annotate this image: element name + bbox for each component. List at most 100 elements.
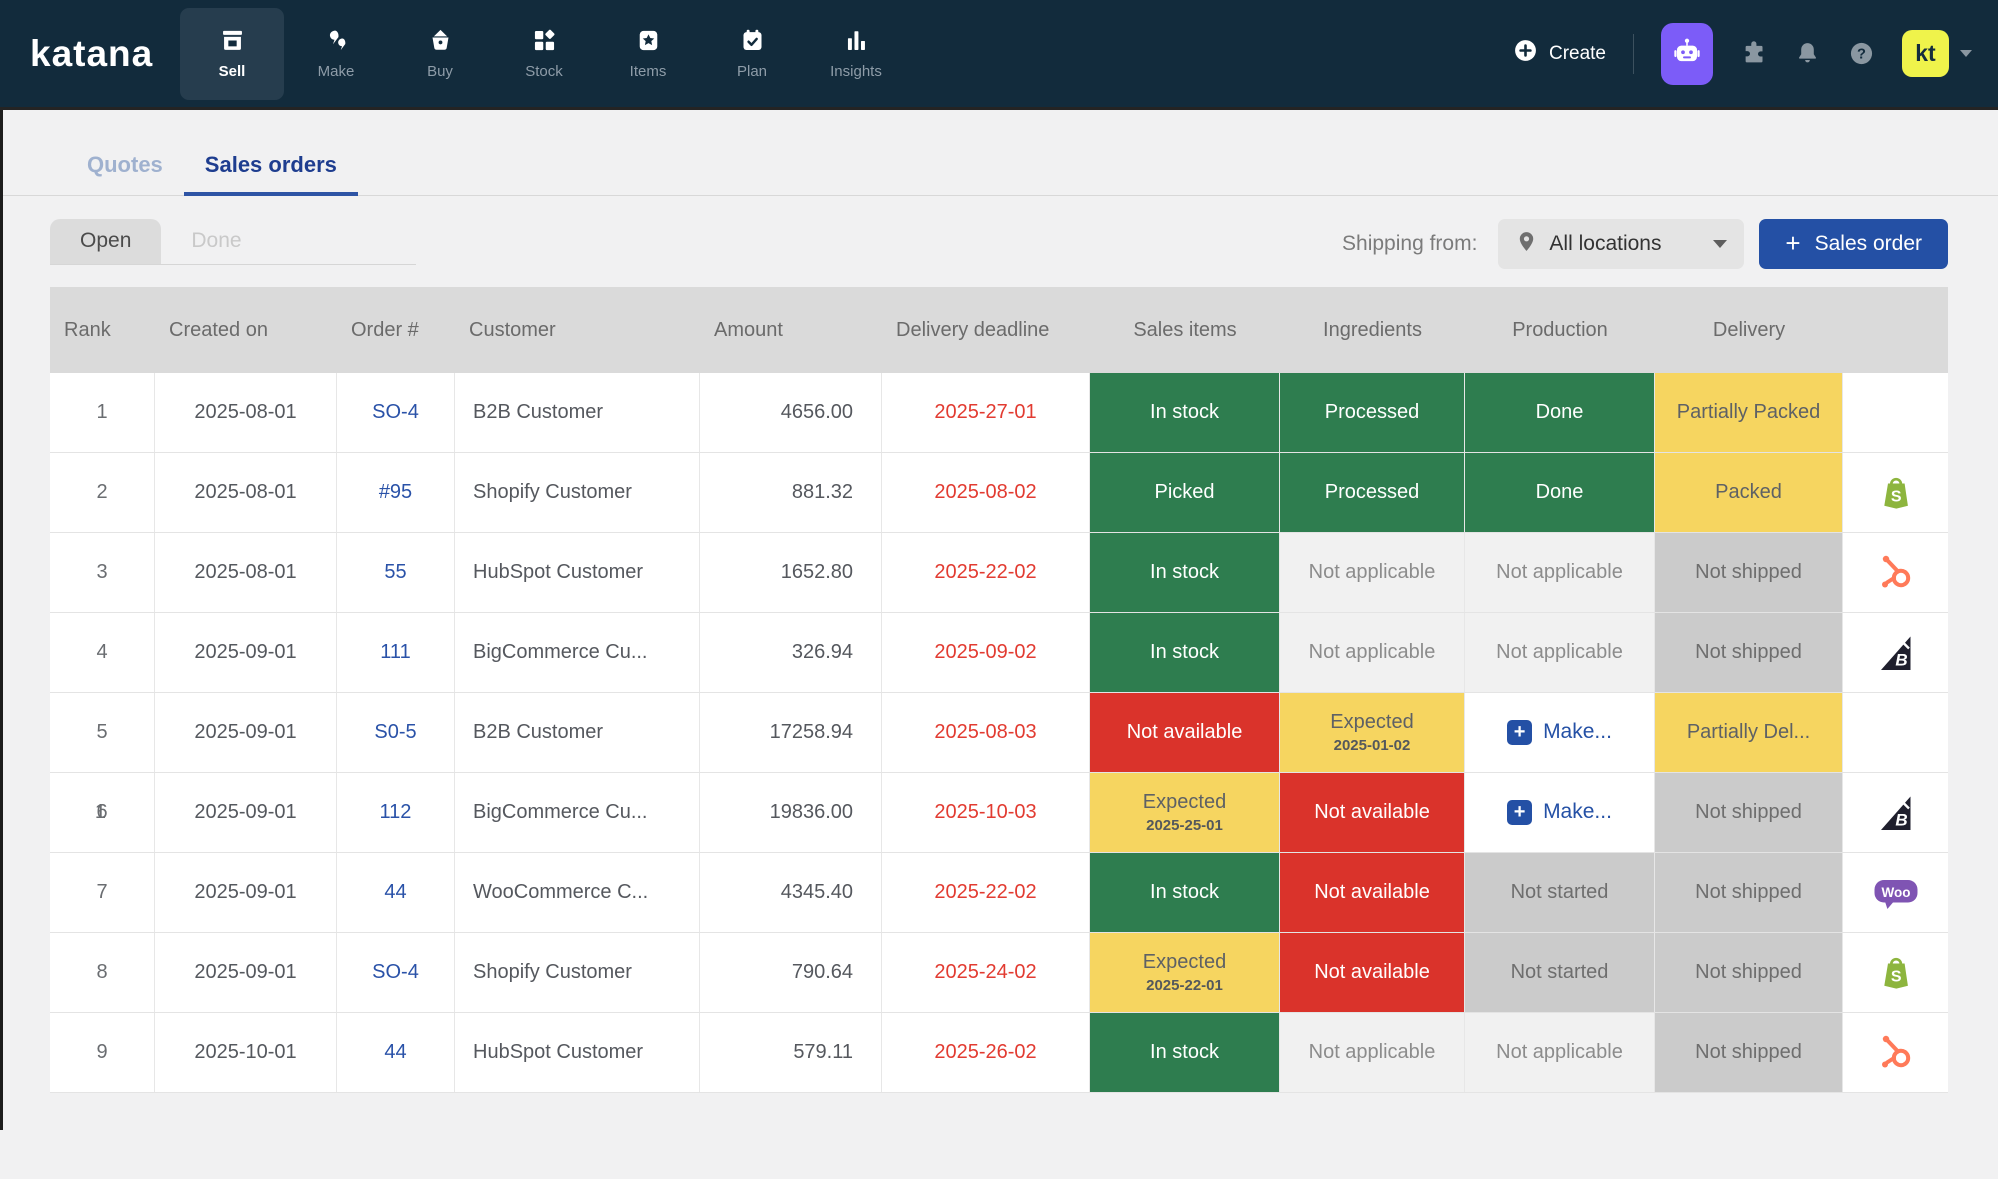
help-icon[interactable]: ? [1848, 40, 1875, 67]
status-label: Not shipped [1695, 881, 1802, 904]
new-sales-order-button[interactable]: + Sales order [1759, 219, 1948, 269]
nav-item-sell[interactable]: Sell [180, 8, 284, 100]
production-status: Not started [1465, 933, 1655, 1012]
notifications-bell-icon[interactable] [1794, 40, 1821, 67]
create-button[interactable]: Create [1513, 38, 1606, 69]
ingredients-status: Not applicable [1280, 533, 1465, 612]
nav-item-stock[interactable]: Stock [492, 8, 596, 100]
column-header-delivery: Delivery [1655, 319, 1843, 342]
nav-item-make[interactable]: Make [284, 8, 388, 100]
ingredients-status: Not available [1280, 933, 1465, 1012]
status-label: Expected [1330, 711, 1413, 734]
amount-cell: 326.94 [700, 613, 882, 692]
customer-cell: HubSpot Customer [455, 1013, 700, 1092]
nav-item-plan[interactable]: Plan [700, 8, 804, 100]
svg-text:Woo: Woo [1881, 884, 1910, 899]
nav-label: Items [630, 63, 667, 80]
table-row[interactable]: 82025-09-01SO-4Shopify Customer790.64202… [50, 933, 1948, 1013]
production-status[interactable]: +Make... [1465, 773, 1655, 852]
status-label: Expected [1143, 791, 1226, 814]
delivery-status: Not shipped [1655, 1013, 1843, 1092]
amount-cell: 17258.94 [700, 693, 882, 772]
status-label: Not applicable [1309, 1041, 1436, 1064]
amount-cell: 4345.40 [700, 853, 882, 932]
status-label: In stock [1150, 1041, 1219, 1064]
hubspot-icon [1875, 552, 1917, 594]
table-row[interactable]: 52025-09-01S0-5B2B Customer17258.942025-… [50, 693, 1948, 773]
primary-nav: Sell Make BuyStock Items Plan Insights [180, 0, 908, 107]
table-row[interactable]: 22025-08-01#95Shopify Customer881.322025… [50, 453, 1948, 533]
customer-cell: BigCommerce Cu... [455, 613, 700, 692]
new-sales-order-label: Sales order [1815, 232, 1922, 256]
rank-cell: 61 [50, 773, 155, 852]
dropdown-chevron-down-icon [1713, 240, 1727, 248]
rank-cell: 1 [50, 373, 155, 452]
integrations-puzzle-icon[interactable] [1740, 40, 1767, 67]
order-number-link[interactable]: 44 [384, 881, 406, 904]
page: katana SellMakeBuyStockItemsPlanInsights… [0, 0, 1998, 1179]
rank-cell: 9 [50, 1013, 155, 1092]
created-on-cell: 2025-08-01 [155, 453, 337, 532]
status-label: Not available [1314, 961, 1430, 984]
table-row[interactable]: 72025-09-0144WooCommerce C...4345.402025… [50, 853, 1948, 933]
make-label: Make... [1543, 720, 1612, 744]
table-row[interactable]: 42025-09-01111BigCommerce Cu...326.94202… [50, 613, 1948, 693]
delivery-status: Not shipped [1655, 853, 1843, 932]
rank-cell: 2 [50, 453, 155, 532]
sales-orders-table: RankCreated onOrder #CustomerAmountDeliv… [50, 287, 1948, 1093]
open-filter-tab[interactable]: Open [50, 219, 161, 264]
table-row[interactable]: 92025-10-0144HubSpot Customer579.112025-… [50, 1013, 1948, 1093]
nav-item-buy[interactable]: Buy [388, 8, 492, 100]
avatar[interactable]: kt [1902, 30, 1949, 77]
ai-assistant-button[interactable] [1661, 23, 1713, 85]
order-number-link[interactable]: 44 [384, 1041, 406, 1064]
nav-item-insights[interactable]: Insights [804, 8, 908, 100]
status-label: Packed [1715, 481, 1782, 504]
nav-label: Sell [219, 63, 246, 80]
order-number-link[interactable]: S0-5 [374, 721, 416, 744]
table-row[interactable]: 612025-09-01112BigCommerce Cu...19836.00… [50, 773, 1948, 853]
order-number-link[interactable]: 55 [384, 561, 406, 584]
rank-cell: 5 [50, 693, 155, 772]
production-status[interactable]: +Make... [1465, 693, 1655, 772]
nav-item-items[interactable]: Items [596, 8, 700, 100]
status-label: Not applicable [1309, 561, 1436, 584]
order-number-link[interactable]: 111 [380, 641, 410, 664]
create-label: Create [1549, 43, 1606, 65]
bigcommerce-icon: B [1876, 633, 1916, 673]
delivery-status: Packed [1655, 453, 1843, 532]
sales-items-status: Picked [1090, 453, 1280, 532]
order-number-link[interactable]: SO-4 [372, 401, 419, 424]
nav-label: Insights [830, 63, 882, 80]
account-chevron-down-icon[interactable] [1960, 50, 1972, 57]
ingredients-status: Processed [1280, 373, 1465, 452]
status-label: In stock [1150, 641, 1219, 664]
created-on-cell: 2025-10-01 [155, 1013, 337, 1092]
table-row[interactable]: 32025-08-0155HubSpot Customer1652.802025… [50, 533, 1948, 613]
channel-cell: B [1843, 773, 1948, 852]
created-on-cell: 2025-09-01 [155, 613, 337, 692]
tab-sales-orders[interactable]: Sales orders [184, 152, 358, 195]
order-number-link[interactable]: SO-4 [372, 961, 419, 984]
table-row[interactable]: 12025-08-01SO-4B2B Customer4656.002025-2… [50, 373, 1948, 453]
order-number-cell: S0-5 [337, 693, 455, 772]
tab-quotes[interactable]: Quotes [66, 152, 184, 195]
svg-text:B: B [1895, 650, 1907, 669]
nav-label: Make [318, 63, 355, 80]
amount-cell: 1652.80 [700, 533, 882, 612]
bolts-icon [323, 27, 350, 54]
done-filter-tab[interactable]: Done [161, 219, 271, 264]
order-number-link[interactable]: #95 [379, 481, 412, 504]
svg-text:S: S [1890, 968, 1901, 985]
order-number-cell: 44 [337, 1013, 455, 1092]
location-dropdown[interactable]: All locations [1498, 219, 1744, 269]
basket-icon [427, 27, 454, 54]
location-value: All locations [1549, 232, 1661, 256]
delivery-deadline-cell: 2025-26-02 [882, 1013, 1090, 1092]
order-number-link[interactable]: 112 [380, 801, 412, 824]
make-label: Make... [1543, 800, 1612, 824]
storefront-icon [219, 27, 246, 54]
status-label: Not started [1511, 881, 1609, 904]
rank-cell: 3 [50, 533, 155, 612]
status-label: Done [1536, 401, 1584, 424]
